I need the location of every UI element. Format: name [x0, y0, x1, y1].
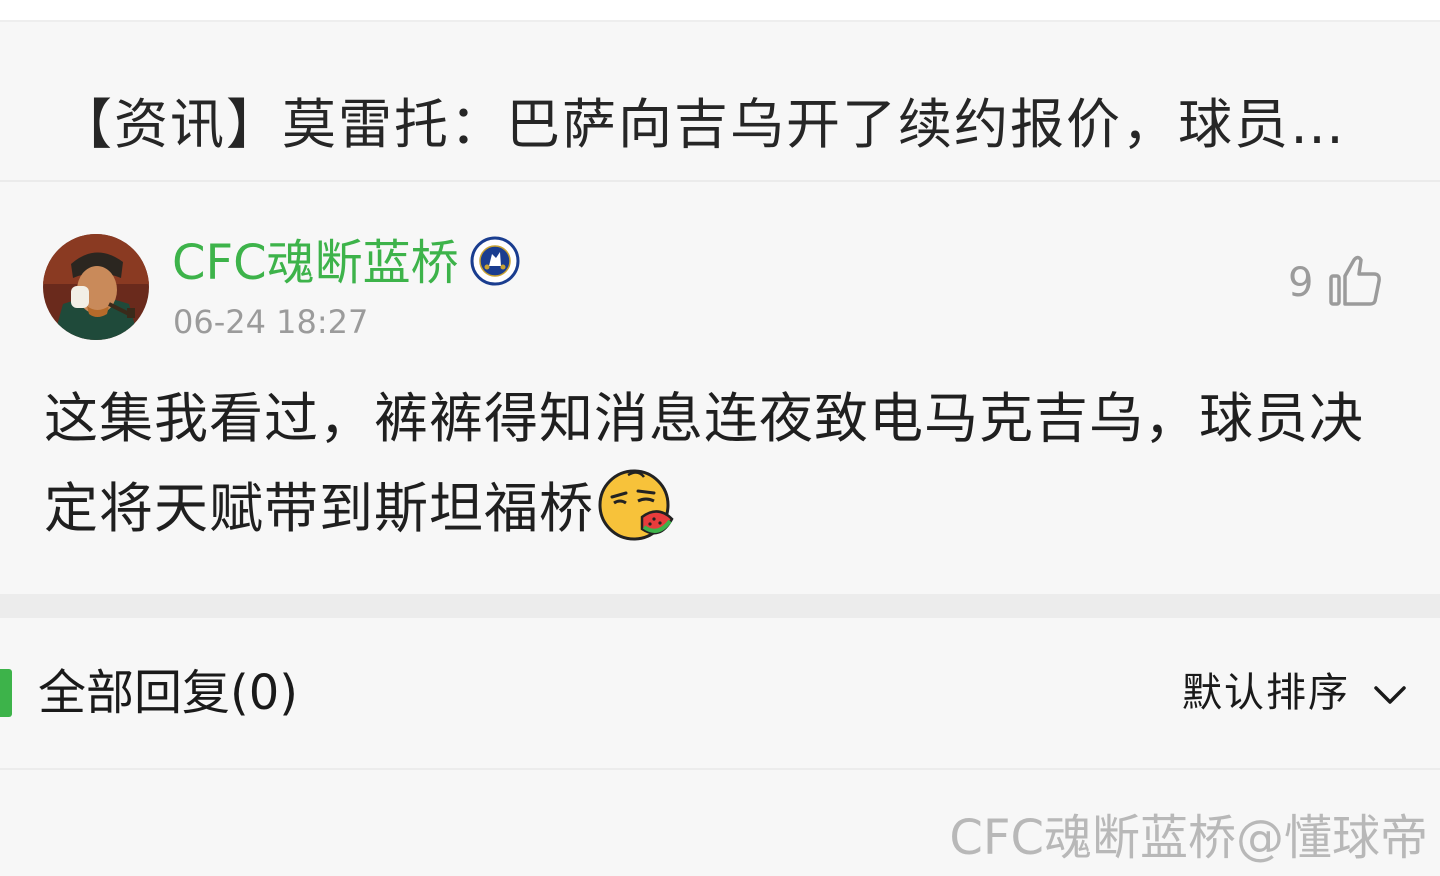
- comment-body-text: 这集我看过，裤裤得知消息连夜致电马克吉乌，球员决定将天赋带到斯坦福桥: [44, 387, 1364, 540]
- like-count[interactable]: 9: [1288, 259, 1313, 307]
- comment-timestamp: 06-24 18:27: [173, 303, 369, 341]
- chelsea-crest-icon: [470, 236, 520, 286]
- replies-header: 全部回复(0) 默认排序: [0, 618, 1440, 770]
- top-strip: [0, 0, 1440, 22]
- eating-watermelon-emoji-icon: [598, 467, 674, 543]
- section-divider: [0, 594, 1440, 618]
- avatar[interactable]: [43, 234, 149, 340]
- news-headline-bar[interactable]: 【资讯】莫雷托：巴萨向吉乌开了续约报价，球员方...: [0, 22, 1440, 182]
- comment-card: CFC魂断蓝桥 06-24 18:27 9 这集我看过，裤裤得知消息连夜致电马克…: [0, 184, 1440, 594]
- news-headline-text[interactable]: 【资讯】莫雷托：巴萨向吉乌开了续约报价，球员方...: [58, 92, 1388, 158]
- thumbs-up-icon[interactable]: [1326, 252, 1384, 310]
- chevron-down-icon[interactable]: [1372, 680, 1408, 708]
- all-replies-title: 全部回复(0): [38, 665, 298, 721]
- section-marker: [0, 669, 12, 717]
- sort-dropdown[interactable]: 默认排序: [1182, 668, 1350, 718]
- comment-body: 这集我看过，裤裤得知消息连夜致电马克吉乌，球员决定将天赋带到斯坦福桥: [44, 374, 1404, 554]
- watermark: CFC魂断蓝桥@懂球帝: [949, 810, 1428, 866]
- username[interactable]: CFC魂断蓝桥: [172, 234, 459, 292]
